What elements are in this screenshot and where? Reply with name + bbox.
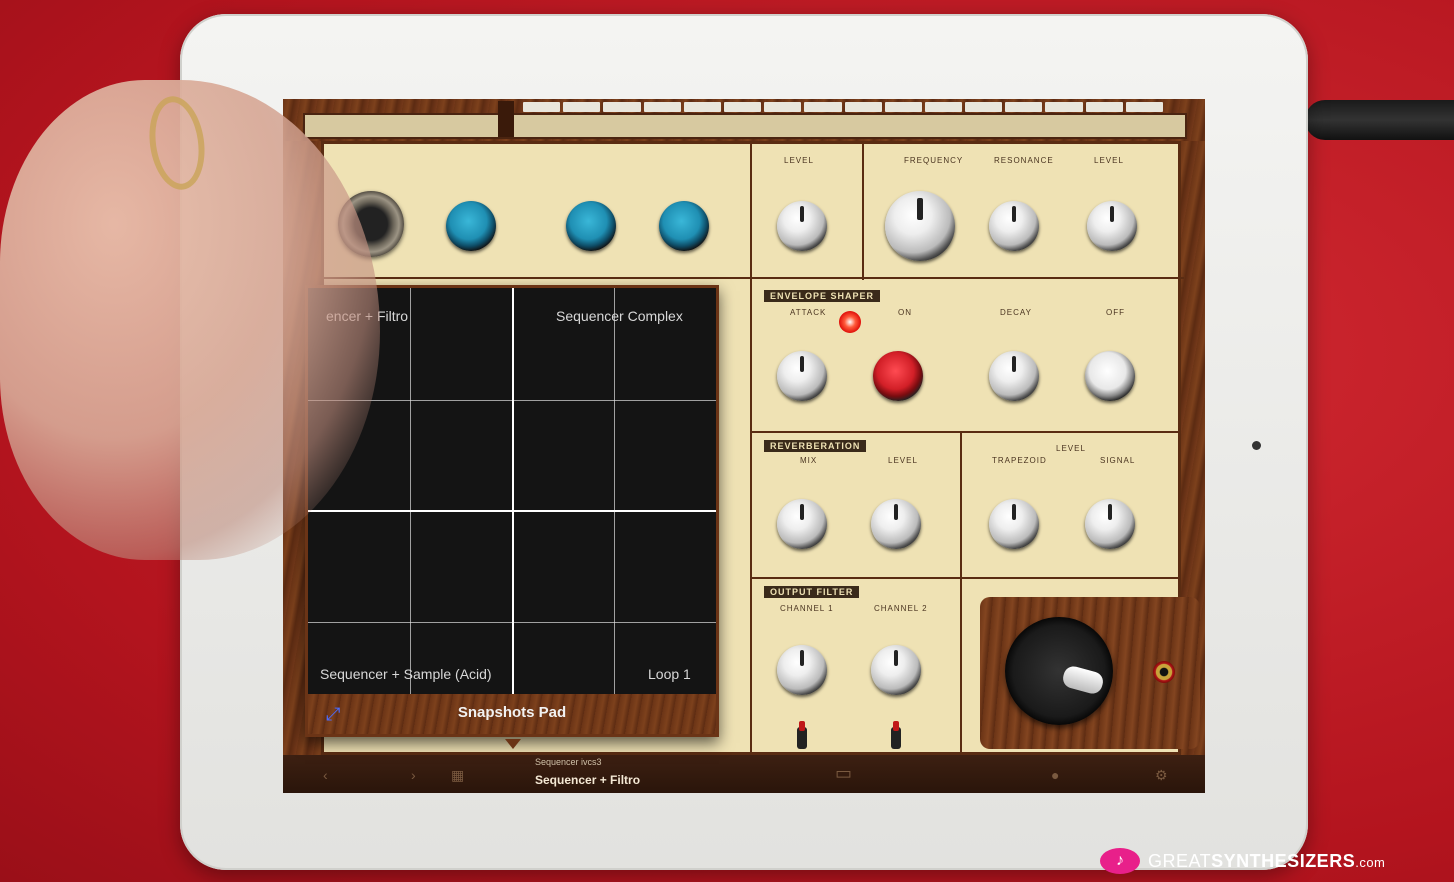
- panel-divider: [862, 144, 864, 280]
- level-knob[interactable]: [777, 201, 827, 251]
- watermark: ♪ GREATSYNTHESIZERS.com: [1100, 846, 1385, 876]
- joystick-base[interactable]: [1005, 617, 1113, 725]
- label-channel-1: CHANNEL 1: [780, 604, 834, 613]
- pad-crosshair-vertical: [512, 288, 514, 694]
- popup-pointer: [505, 739, 521, 749]
- dot-icon[interactable]: ●: [1051, 767, 1059, 783]
- label-frequency: FREQUENCY: [904, 156, 964, 165]
- label-level-osc: LEVEL: [784, 156, 814, 165]
- pad-gridline: [410, 288, 411, 694]
- back-arrow-icon[interactable]: ‹: [323, 767, 328, 783]
- label-rev-level: LEVEL: [888, 456, 918, 465]
- settings-icon[interactable]: ⚙: [1155, 767, 1168, 784]
- signal-level-knob[interactable]: [1085, 499, 1135, 549]
- cable: [1305, 100, 1454, 140]
- label-resonance: RESONANCE: [994, 156, 1054, 165]
- grid-icon[interactable]: ▦: [451, 767, 464, 784]
- channel-1-knob[interactable]: [777, 645, 827, 695]
- snapshot-subtitle: Sequencer ivcs3: [535, 757, 602, 767]
- section-envelope-shaper: ENVELOPE SHAPER: [764, 290, 881, 302]
- pad-gridline: [614, 288, 615, 694]
- reverb-level-knob[interactable]: [871, 499, 921, 549]
- label-attack: ATTACK: [790, 308, 827, 317]
- label-channel-2: CHANNEL 2: [874, 604, 928, 613]
- label-trapezoid: TRAPEZOID: [992, 456, 1047, 465]
- pad-corner-top-right[interactable]: Sequencer Complex: [556, 308, 683, 324]
- label-off: OFF: [1106, 308, 1125, 317]
- label-level: LEVEL: [1094, 156, 1124, 165]
- pad-crosshair-horizontal: [308, 510, 716, 512]
- section-reverberation: REVERBERATION: [764, 440, 867, 452]
- decay-knob[interactable]: [989, 351, 1039, 401]
- bottom-toolbar: [283, 755, 1205, 793]
- channel-2-knob[interactable]: [871, 645, 921, 695]
- snapshot-current[interactable]: Sequencer + Filtro: [535, 773, 640, 787]
- top-divider: [498, 101, 514, 137]
- envelope-off-knob[interactable]: [1085, 351, 1135, 401]
- trapezoid-level-knob[interactable]: [989, 499, 1039, 549]
- label-on: ON: [898, 308, 912, 317]
- label-mix: MIX: [800, 456, 818, 465]
- osc-level-knob[interactable]: [659, 201, 709, 251]
- section-output-filter: OUTPUT FILTER: [764, 586, 860, 598]
- channel-1-toggle[interactable]: [797, 721, 807, 749]
- resonance-knob[interactable]: [989, 201, 1039, 251]
- keyboard-icon[interactable]: ▭: [835, 763, 852, 784]
- panel-divider: [960, 431, 962, 581]
- camera-dot: [1252, 441, 1261, 450]
- filter-level-knob[interactable]: [1087, 201, 1137, 251]
- attack-knob[interactable]: [777, 351, 827, 401]
- panel-divider: [750, 577, 1178, 579]
- reverb-mix-knob[interactable]: [777, 499, 827, 549]
- joystick-jack[interactable]: [1153, 661, 1175, 683]
- top-inset-bar: [303, 113, 1187, 139]
- envelope-led: [839, 311, 861, 333]
- shape-knob[interactable]: [446, 201, 496, 251]
- label-decay: DECAY: [1000, 308, 1032, 317]
- panel-divider: [750, 431, 1178, 433]
- label-level-group: LEVEL: [1056, 444, 1086, 453]
- pad-corner-bottom-right[interactable]: Loop 1: [648, 666, 691, 682]
- envelope-on-knob[interactable]: [873, 351, 923, 401]
- forward-arrow-icon[interactable]: ›: [411, 767, 416, 783]
- watermark-text: GREATSYNTHESIZERS.com: [1148, 850, 1386, 871]
- panel-divider: [324, 277, 1184, 279]
- osc-knob-2[interactable]: [566, 201, 616, 251]
- channel-2-toggle[interactable]: [891, 721, 901, 749]
- label-signal: SIGNAL: [1100, 456, 1136, 465]
- panel-divider: [960, 577, 962, 752]
- pad-corner-bottom-left[interactable]: Sequencer + Sample (Acid): [320, 666, 492, 682]
- music-note-icon: ♪: [1100, 848, 1140, 874]
- panel-divider: [750, 144, 752, 752]
- filter-frequency-knob[interactable]: [885, 191, 955, 261]
- app-screen: FREQUENCY RESONANCE LEVEL LEVEL ENVELOPE…: [283, 99, 1205, 793]
- keyboard-strip[interactable]: [523, 102, 1163, 112]
- pad-title: Snapshots Pad: [457, 704, 567, 721]
